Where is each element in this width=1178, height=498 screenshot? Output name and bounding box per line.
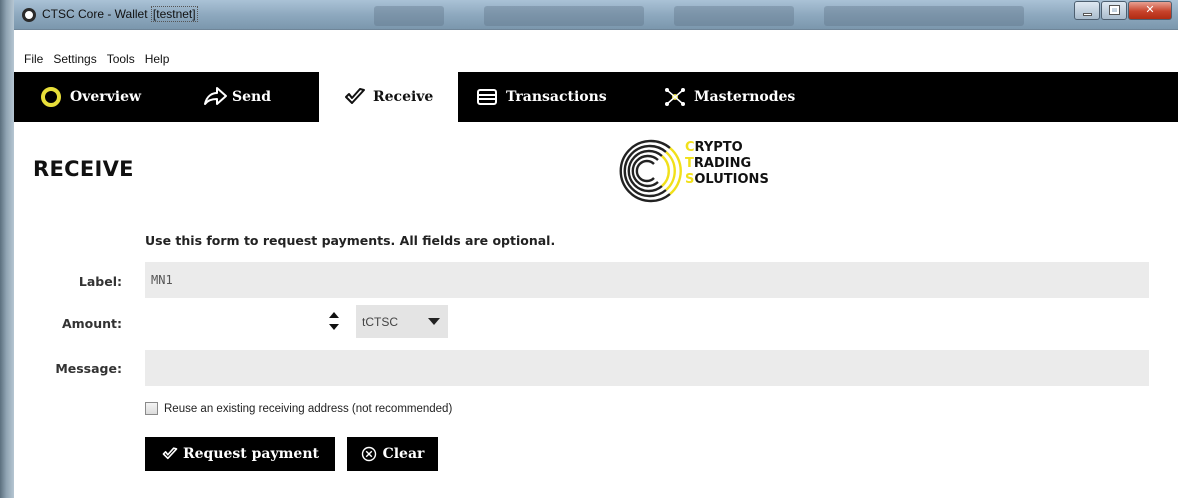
nodes-icon xyxy=(664,86,686,108)
title-bar-blur xyxy=(484,6,644,26)
menubar-spacer xyxy=(14,30,1178,50)
minimize-button[interactable] xyxy=(1074,1,1100,20)
label-input[interactable]: MN1 xyxy=(145,262,1149,298)
logo-initial: T xyxy=(685,156,694,171)
stepper-down-icon[interactable] xyxy=(329,324,339,330)
logo-line-1: CRYPTO xyxy=(685,140,769,156)
close-button[interactable]: ✕ xyxy=(1128,1,1172,20)
title-bar[interactable]: CTSC Core - Wallet [testnet] ✕ xyxy=(14,0,1178,30)
tab-receive-label: Receive xyxy=(373,89,434,105)
request-payment-button[interactable]: Request payment xyxy=(145,437,335,471)
tab-overview-label: Overview xyxy=(70,89,142,105)
form-intro-text: Use this form to request payments. All f… xyxy=(145,233,556,248)
stepper-up-icon[interactable] xyxy=(329,312,339,318)
menu-settings[interactable]: Settings xyxy=(53,52,96,66)
reuse-address-row: Reuse an existing receiving address (not… xyxy=(145,402,452,415)
receive-check-icon xyxy=(343,86,365,108)
tab-masternodes-label: Masternodes xyxy=(694,89,796,105)
nav-bar: Overview Send Receive Transactions Maste… xyxy=(14,72,1178,122)
menu-tools[interactable]: Tools xyxy=(107,52,135,66)
maximize-button[interactable] xyxy=(1101,1,1127,20)
window-title: CTSC Core - Wallet [testnet] xyxy=(42,6,198,22)
app-logo-icon xyxy=(22,8,36,22)
clear-label: Clear xyxy=(382,446,425,462)
close-icon: ✕ xyxy=(1145,3,1155,16)
tab-masternodes[interactable]: Masternodes xyxy=(664,72,795,122)
send-arrow-icon xyxy=(202,86,227,108)
logo-word: RADING xyxy=(693,156,752,171)
logo-line-3: SOLUTIONS xyxy=(685,172,769,188)
reuse-address-checkbox[interactable] xyxy=(145,402,158,415)
window-title-network: [testnet] xyxy=(150,6,198,22)
amount-field-label: Amount: xyxy=(61,316,122,331)
minimize-icon xyxy=(1083,13,1092,16)
logo-rings-icon xyxy=(619,139,682,203)
unit-select[interactable]: tCTSC xyxy=(356,305,448,338)
clear-circle-x-icon xyxy=(361,446,377,462)
title-bar-blur xyxy=(374,6,444,26)
amount-input[interactable] xyxy=(145,305,345,338)
tab-send[interactable]: Send xyxy=(202,72,271,122)
message-field-label: Message: xyxy=(55,361,122,376)
reuse-address-label[interactable]: Reuse an existing receiving address (not… xyxy=(164,403,452,415)
tab-overview[interactable]: Overview xyxy=(40,72,141,122)
maximize-icon xyxy=(1109,5,1120,15)
tab-transactions[interactable]: Transactions xyxy=(476,72,607,122)
logo-word: RYPTO xyxy=(694,140,743,155)
list-icon xyxy=(476,86,498,108)
label-field-label: Label: xyxy=(78,274,122,289)
unit-select-value: tCTSC xyxy=(362,314,398,329)
logo-initial: C xyxy=(685,140,695,155)
clear-button[interactable]: Clear xyxy=(347,437,438,471)
tab-send-label: Send xyxy=(232,89,271,105)
chevron-down-icon xyxy=(428,318,440,325)
amount-stepper[interactable] xyxy=(327,306,341,336)
page-title: RECEIVE xyxy=(33,157,134,181)
window-controls: ✕ xyxy=(1073,1,1172,20)
menu-file[interactable]: File xyxy=(24,52,43,66)
logo-word: OLUTIONS xyxy=(694,172,769,187)
title-bar-blur xyxy=(674,6,794,26)
tab-receive[interactable]: Receive xyxy=(319,72,458,122)
logo-wordmark: CRYPTO TRADING SOLUTIONS xyxy=(685,140,769,188)
message-input[interactable] xyxy=(145,350,1149,386)
menu-help[interactable]: Help xyxy=(145,52,170,66)
tab-transactions-label: Transactions xyxy=(506,89,607,105)
logo-line-2: TRADING xyxy=(685,156,769,172)
receive-check-icon xyxy=(161,446,178,462)
window-left-border xyxy=(0,0,14,498)
label-input-value: MN1 xyxy=(151,273,173,287)
logo-initial: S xyxy=(685,172,695,187)
window-title-text: CTSC Core - Wallet xyxy=(42,7,151,21)
request-payment-label: Request payment xyxy=(182,446,319,462)
ring-icon xyxy=(40,86,62,108)
menu-bar: File Settings Tools Help xyxy=(14,48,1178,70)
title-bar-blur xyxy=(824,6,1024,26)
